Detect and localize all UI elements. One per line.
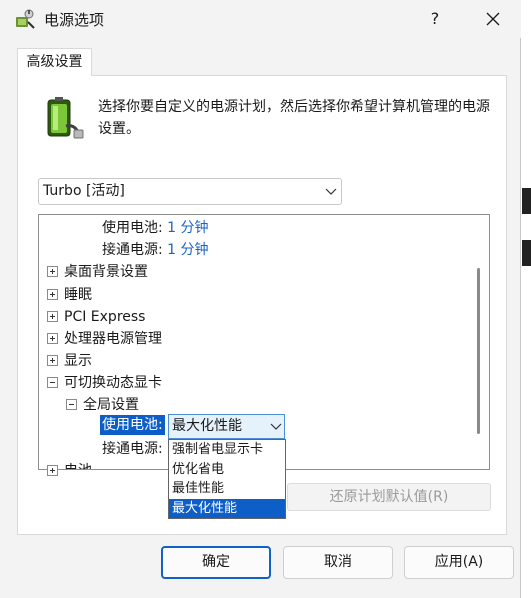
expand-icon[interactable] bbox=[47, 311, 58, 322]
tree-row-graphics-plugged-label[interactable]: 接通电源: bbox=[102, 438, 163, 460]
setting-label: 接通电源: bbox=[102, 242, 163, 258]
chevron-down-icon bbox=[270, 423, 282, 430]
tree-item-pci-express[interactable]: PCI Express bbox=[64, 306, 145, 328]
option-maximize-performance[interactable]: 最大化性能 bbox=[169, 498, 285, 518]
background-fragment bbox=[522, 240, 531, 266]
tree-item-global-settings[interactable]: 全局设置 bbox=[83, 394, 139, 416]
expand-icon[interactable] bbox=[47, 465, 58, 476]
background-fragment bbox=[522, 188, 531, 214]
tree-item-label: 电池 bbox=[64, 463, 92, 469]
power-plan-value: Turbo [活动] bbox=[43, 183, 125, 199]
tree-item-display[interactable]: 显示 bbox=[64, 350, 92, 372]
graphics-mode-combo[interactable]: 最大化性能 bbox=[168, 414, 285, 439]
tree-item-desktop-background[interactable]: 桌面背景设置 bbox=[64, 261, 148, 283]
setting-value[interactable]: 1 分钟 bbox=[167, 242, 208, 258]
close-button[interactable] bbox=[470, 2, 516, 36]
title-bar[interactable]: 电源选项 ? bbox=[0, 0, 521, 38]
collapse-icon[interactable] bbox=[47, 377, 58, 388]
option-optimize-power-saving[interactable]: 优化省电 bbox=[169, 460, 285, 480]
tree-item-sleep[interactable]: 睡眠 bbox=[64, 284, 92, 306]
close-icon bbox=[486, 12, 500, 26]
power-options-icon bbox=[16, 9, 35, 29]
description-text: 选择你要自定义的电源计划，然后选择你希望计算机管理的电源设置。 bbox=[98, 99, 490, 137]
apply-button[interactable]: 应用(A) bbox=[404, 546, 514, 579]
expand-icon[interactable] bbox=[47, 333, 58, 344]
option-best-performance[interactable]: 最佳性能 bbox=[169, 479, 285, 499]
expand-icon[interactable] bbox=[47, 289, 58, 300]
window-title: 电源选项 bbox=[44, 11, 105, 29]
tree-item-switchable-graphics[interactable]: 可切换动态显卡 bbox=[64, 372, 162, 394]
graphics-mode-value: 最大化性能 bbox=[172, 418, 242, 434]
expand-icon[interactable] bbox=[47, 266, 58, 277]
setting-label: 使用电池: bbox=[102, 220, 163, 236]
tree-row-graphics-battery-label[interactable]: 使用电池: bbox=[100, 415, 165, 435]
restore-defaults-button[interactable]: 还原计划默认值(R) bbox=[287, 483, 491, 511]
tab-advanced-settings[interactable]: 高级设置 bbox=[17, 48, 92, 76]
collapse-icon[interactable] bbox=[66, 399, 77, 410]
cancel-button[interactable]: 取消 bbox=[283, 546, 393, 579]
tree-row-battery-timeout[interactable]: 使用电池: 1 分钟 bbox=[102, 217, 209, 239]
power-options-dialog: 电源选项 ? 高级设置 选择你要自定义的电源计划，然后选择你希望计算机管理的电源… bbox=[0, 0, 521, 598]
background-window bbox=[521, 0, 531, 598]
power-plan-select[interactable]: Turbo [活动] bbox=[38, 178, 342, 205]
tree-item-processor-power[interactable]: 处理器电源管理 bbox=[64, 328, 162, 350]
expand-icon[interactable] bbox=[47, 355, 58, 366]
chevron-down-icon bbox=[325, 188, 337, 195]
ok-button[interactable]: 确定 bbox=[161, 546, 271, 579]
tree-scrollbar[interactable] bbox=[477, 268, 480, 434]
setting-value[interactable]: 1 分钟 bbox=[167, 220, 208, 236]
tree-row-plugged-timeout[interactable]: 接通电源: 1 分钟 bbox=[102, 239, 209, 261]
tree-item-battery[interactable]: 电池 bbox=[64, 460, 92, 469]
battery-plug-icon bbox=[47, 97, 84, 139]
option-force-power-saving[interactable]: 强制省电显示卡 bbox=[169, 440, 285, 460]
help-button[interactable]: ? bbox=[412, 2, 458, 36]
graphics-mode-dropdown[interactable]: 强制省电显示卡 优化省电 最佳性能 最大化性能 bbox=[168, 439, 286, 519]
